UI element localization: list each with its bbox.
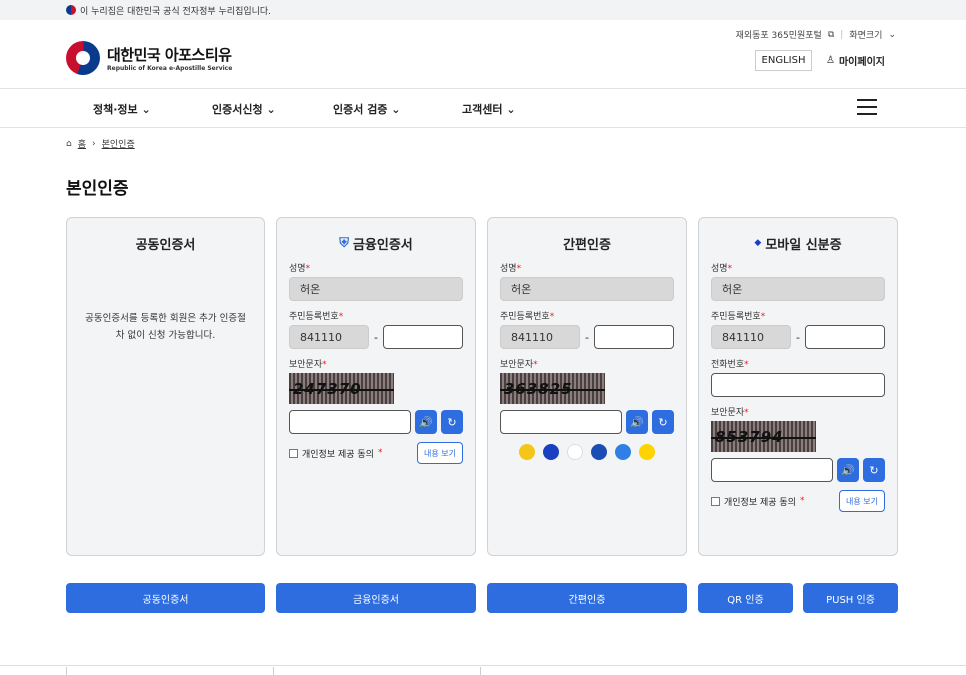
- agree-checkbox[interactable]: [711, 496, 720, 506]
- card-finance-cert: ⛨ 금융인증서 성명* 허온 주민등록번호* 841110- 보안문자* 2473…: [276, 217, 476, 556]
- push-auth-button[interactable]: PUSH 인증: [803, 583, 898, 613]
- card-joint-cert: 공동인증서 공동인증서를 등록한 회원은 추가 인증절 차 없이 신청 가능합니다…: [66, 217, 265, 556]
- phone-input[interactable]: [711, 373, 885, 397]
- logo-subtitle: Republic of Korea e-Apostille Service: [107, 65, 233, 72]
- gov-emblem-icon: [66, 41, 100, 75]
- kb-icon[interactable]: [639, 444, 655, 460]
- breadcrumb: ⌂ 홈 › 본인인증: [66, 137, 135, 151]
- rrn-front-field: 841110: [711, 325, 791, 349]
- english-button[interactable]: ENGLISH: [755, 50, 812, 71]
- rrn-label: 주민등록번호*: [500, 312, 555, 322]
- nav-policy[interactable]: 정책·정보 ⌄: [93, 101, 151, 117]
- name-label: 성명*: [500, 264, 522, 274]
- easy-auth-providers: [500, 444, 674, 460]
- audio-icon[interactable]: 🔊: [837, 458, 859, 482]
- agree-label: 개인정보 제공 동의: [302, 449, 374, 460]
- refresh-icon[interactable]: ↻: [652, 410, 674, 434]
- taegeuk-flag-icon: [66, 5, 76, 15]
- nav-apply[interactable]: 인증서신청 ⌄: [212, 101, 276, 117]
- main-nav: 정책·정보 ⌄ 인증서신청 ⌄ 인증서 검증 ⌄ 고객센터 ⌄: [0, 88, 966, 128]
- rrn-label: 주민등록번호*: [289, 312, 344, 322]
- mypage-link[interactable]: ♙ 마이페이지: [826, 53, 885, 68]
- home-icon: ⌂: [66, 138, 72, 149]
- kakao-icon[interactable]: [519, 444, 535, 460]
- agree-label: 개인정보 제공 동의: [724, 497, 796, 508]
- card-title: 간편인증: [563, 237, 611, 253]
- card-title: 공동인증서: [135, 237, 196, 253]
- captcha-input[interactable]: [711, 458, 833, 482]
- user-icon: ♙: [826, 55, 835, 66]
- card-description: 공동인증서를 등록한 회원은 추가 인증절 차 없이 신청 가능합니다.: [85, 313, 246, 341]
- rrn-front-field: 841110: [289, 325, 369, 349]
- utility-menu: 재외동포 365민원포털 ⧉ | 화면크기 ⌄: [735, 28, 896, 42]
- nav-verify[interactable]: 인증서 검증 ⌄: [333, 101, 400, 117]
- name-field: 허온: [289, 277, 463, 301]
- refresh-icon[interactable]: ↻: [441, 410, 463, 434]
- name-field: 허온: [500, 277, 674, 301]
- card-title: ⛨ 금융인증서: [339, 235, 413, 253]
- name-label: 성명*: [289, 264, 311, 274]
- rrn-back-input[interactable]: [593, 325, 674, 349]
- captcha-image: 247370: [289, 373, 394, 404]
- menu-icon[interactable]: [857, 99, 877, 115]
- samsung-pass-icon[interactable]: [591, 444, 607, 460]
- name-field: 허온: [711, 277, 885, 301]
- rrn-back-input[interactable]: [804, 325, 885, 349]
- captcha-image: 363825: [500, 373, 605, 404]
- audio-icon[interactable]: 🔊: [626, 410, 648, 434]
- naver-icon[interactable]: [567, 444, 583, 460]
- gov-banner: 이 누리집은 대한민국 공식 전자정부 누리집입니다.: [0, 0, 966, 20]
- nav-support[interactable]: 고객센터 ⌄: [462, 101, 516, 117]
- petition-link[interactable]: 재외동포 365민원포털: [736, 28, 822, 41]
- card-title: ◆ 모바일 신분증: [754, 237, 842, 253]
- agree-checkbox[interactable]: [289, 448, 298, 458]
- captcha-image: 853794: [711, 421, 816, 452]
- rrn-front-field: 841110: [500, 325, 580, 349]
- captcha-label: 보안문자*: [711, 408, 749, 418]
- shield-icon: ⛨: [339, 235, 349, 251]
- logo-title: 대한민국 아포스티유: [107, 46, 232, 64]
- captcha-input[interactable]: [500, 410, 622, 434]
- gov-banner-text: 이 누리집은 대한민국 공식 전자정부 누리집입니다.: [80, 6, 272, 17]
- view-terms-button[interactable]: 내용 보기: [417, 442, 463, 464]
- pass-icon[interactable]: [543, 444, 559, 460]
- site-logo[interactable]: 대한민국 아포스티유 Republic of Korea e-Apostille …: [66, 41, 232, 75]
- toss-icon[interactable]: [615, 444, 631, 460]
- mypage-label: 마이페이지: [838, 57, 885, 68]
- breadcrumb-home[interactable]: 홈: [78, 137, 86, 150]
- card-simple-auth: 간편인증 성명* 허온 주민등록번호* 841110- 보안문자* 363825…: [487, 217, 687, 556]
- page-title: 본인인증: [66, 179, 129, 199]
- refresh-icon[interactable]: ↻: [863, 458, 885, 482]
- view-terms-button[interactable]: 내용 보기: [839, 490, 885, 512]
- simple-auth-button[interactable]: 간편인증: [487, 583, 687, 613]
- audio-icon[interactable]: 🔊: [415, 410, 437, 434]
- qr-auth-button[interactable]: QR 인증: [698, 583, 793, 613]
- captcha-label: 보안문자*: [289, 360, 327, 370]
- name-label: 성명*: [711, 264, 733, 274]
- phone-label: 전화번호*: [711, 360, 749, 370]
- captcha-input[interactable]: [289, 410, 411, 434]
- rrn-back-input[interactable]: [382, 325, 463, 349]
- captcha-label: 보안문자*: [500, 360, 538, 370]
- font-size-toggle[interactable]: 화면크기: [849, 28, 882, 41]
- rrn-label: 주민등록번호*: [711, 312, 766, 322]
- breadcrumb-current[interactable]: 본인인증: [102, 137, 135, 150]
- footer-divider: [0, 665, 966, 675]
- joint-cert-button[interactable]: 공동인증서: [66, 583, 265, 613]
- finance-cert-button[interactable]: 금융인증서: [276, 583, 476, 613]
- card-mobile-id: ◆ 모바일 신분증 성명* 허온 주민등록번호* 841110- 전화번호* 보안…: [698, 217, 898, 556]
- external-link-icon: ⧉: [827, 29, 835, 40]
- chevron-down-icon: ⌄: [888, 29, 896, 40]
- mobile-id-icon: ◆: [754, 238, 762, 248]
